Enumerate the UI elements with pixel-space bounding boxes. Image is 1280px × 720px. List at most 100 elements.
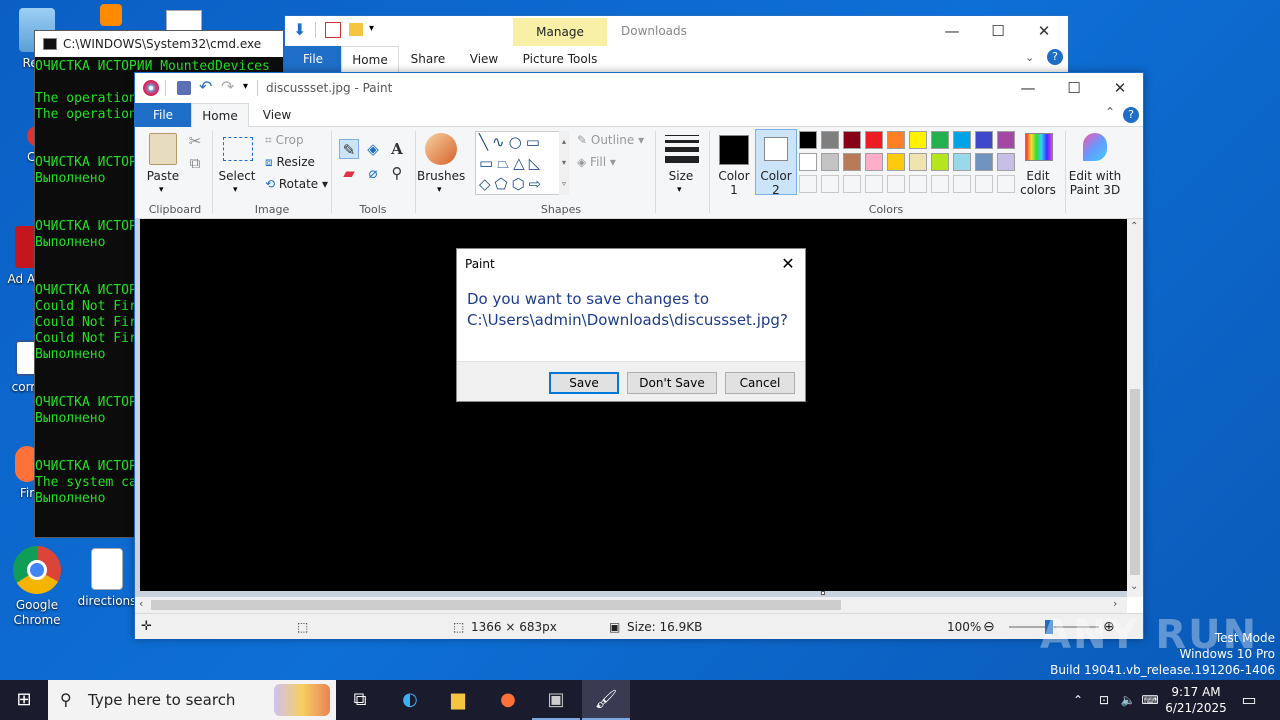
color1-button[interactable]: Color 1: [713, 169, 755, 197]
paste-button[interactable]: Paste: [143, 169, 183, 183]
palette-custom-swatch[interactable]: [997, 175, 1015, 193]
save-changes-dialog[interactable]: Paint ✕ Do you want to save changes to C…: [456, 248, 806, 402]
edit-with-paint3d-button[interactable]: Edit with Paint 3D: [1067, 169, 1123, 197]
palette-custom-swatch[interactable]: [931, 175, 949, 193]
palette-swatch[interactable]: [843, 131, 861, 149]
file-explorer-icon[interactable]: ▆: [434, 680, 482, 720]
help-icon[interactable]: ?: [1047, 49, 1063, 65]
size-button[interactable]: Size: [661, 169, 701, 183]
palette-swatch[interactable]: [931, 131, 949, 149]
help-icon[interactable]: ?: [1123, 107, 1139, 123]
close-icon[interactable]: ✕: [773, 249, 803, 279]
color2-swatch[interactable]: [764, 137, 788, 161]
edit-colors-button[interactable]: Edit colors: [1015, 169, 1061, 197]
palette-custom-swatch[interactable]: [887, 175, 905, 193]
desktop-icon-directions[interactable]: directions: [72, 548, 142, 608]
scroll-left-icon[interactable]: ‹: [139, 597, 143, 610]
palette-swatch[interactable]: [821, 131, 839, 149]
chevron-down-icon[interactable]: ⌄: [1025, 51, 1034, 64]
vertical-scroll-thumb[interactable]: [1130, 389, 1140, 575]
tab-file[interactable]: File: [135, 103, 191, 127]
cut-icon[interactable]: ✂: [185, 131, 205, 151]
palette-swatch[interactable]: [953, 131, 971, 149]
properties-icon[interactable]: [325, 22, 341, 38]
manage-context-tab[interactable]: Manage: [513, 18, 607, 46]
folder-icon[interactable]: [349, 23, 363, 36]
chevron-down-icon[interactable]: ▾: [677, 185, 682, 195]
palette-swatch[interactable]: [931, 153, 949, 171]
minimize-icon[interactable]: —: [1005, 73, 1051, 103]
chevron-down-icon[interactable]: ▾: [369, 23, 374, 34]
tab-view[interactable]: View: [459, 46, 509, 72]
paint-taskbar-icon[interactable]: 🖌: [582, 680, 630, 720]
rotate-button[interactable]: ⟲ Rotate ▾: [265, 175, 328, 193]
palette-swatch[interactable]: [887, 153, 905, 171]
save-icon[interactable]: [177, 81, 191, 95]
desktop-icon-chrome[interactable]: Google Chrome: [2, 546, 72, 628]
vlc-icon[interactable]: [100, 4, 122, 26]
download-arrow-icon[interactable]: ⬇: [293, 22, 309, 38]
network-icon[interactable]: ⊡: [1094, 680, 1114, 720]
tab-view[interactable]: View: [253, 103, 301, 127]
explorer-window[interactable]: ⬇ ▾ Manage Downloads — ☐ ✕ File Home Sha…: [284, 15, 1069, 75]
magnifier-icon[interactable]: ⚲: [387, 163, 407, 183]
palette-custom-swatch[interactable]: [799, 175, 817, 193]
tab-picture-tools[interactable]: Picture Tools: [513, 46, 607, 72]
copy-icon[interactable]: ⧉: [185, 153, 205, 173]
edge-icon[interactable]: ◐: [386, 680, 434, 720]
zoom-out-icon[interactable]: ⊖: [983, 614, 995, 640]
line-shape-icon[interactable]: ╲∿○▭: [479, 133, 544, 151]
color2-button[interactable]: Color 2: [755, 169, 797, 197]
close-icon[interactable]: ✕: [1021, 16, 1067, 46]
palette-swatch[interactable]: [821, 153, 839, 171]
vertical-scrollbar[interactable]: ⌃ ⌄: [1127, 219, 1143, 597]
explorer-titlebar[interactable]: ⬇ ▾ Manage Downloads — ☐ ✕: [285, 16, 1070, 46]
firefox-icon[interactable]: ●: [484, 680, 532, 720]
notifications-icon[interactable]: ▭: [1234, 680, 1264, 720]
palette-swatch[interactable]: [843, 153, 861, 171]
tab-home[interactable]: Home: [341, 46, 399, 72]
brushes-button[interactable]: Brushes: [417, 169, 465, 183]
palette-custom-swatch[interactable]: [909, 175, 927, 193]
palette-custom-swatch[interactable]: [821, 175, 839, 193]
tab-file[interactable]: File: [285, 46, 341, 72]
chevron-up-icon[interactable]: ⌃: [1105, 105, 1115, 119]
pencil-icon[interactable]: ✎: [339, 139, 359, 159]
undo-icon[interactable]: ↶: [199, 77, 212, 96]
palette-swatch[interactable]: [975, 131, 993, 149]
scroll-up-icon[interactable]: ⌃: [1130, 221, 1138, 232]
eraser-icon[interactable]: ▰: [339, 163, 359, 183]
shapes-scroll[interactable]: ▴ ▾ ▿: [559, 131, 569, 195]
palette-swatch[interactable]: [953, 153, 971, 171]
palette-custom-swatch[interactable]: [953, 175, 971, 193]
keyboard-icon[interactable]: ⌨: [1140, 680, 1160, 720]
maximize-icon[interactable]: ☐: [1051, 73, 1097, 103]
chevron-up-icon[interactable]: ⌃: [1068, 680, 1088, 720]
minimize-icon[interactable]: —: [929, 16, 975, 46]
maximize-icon[interactable]: ☐: [975, 16, 1021, 46]
fill-button[interactable]: ◈ Fill ▾: [577, 153, 616, 171]
palette-custom-swatch[interactable]: [843, 175, 861, 193]
tab-share[interactable]: Share: [403, 46, 453, 72]
taskbar-search[interactable]: ⚲ Type here to search: [48, 680, 336, 720]
palette-swatch[interactable]: [909, 131, 927, 149]
palette-swatch[interactable]: [997, 153, 1015, 171]
fill-bucket-icon[interactable]: ◈: [363, 139, 383, 159]
color-palette[interactable]: [799, 127, 1019, 197]
tab-home[interactable]: Home: [191, 103, 249, 127]
dont-save-button[interactable]: Don't Save: [627, 372, 717, 394]
paint3d-icon[interactable]: [1083, 133, 1107, 161]
cmd-titlebar[interactable]: C:\WINDOWS\System32\cmd.exe: [35, 31, 283, 57]
color-picker-icon[interactable]: ⌀: [363, 163, 383, 183]
shapes-gallery[interactable]: ╲∿○▭ ▭⏢△◺ ◇⬠⬡⇨: [475, 131, 567, 195]
palette-custom-swatch[interactable]: [865, 175, 883, 193]
redo-icon[interactable]: ↷: [221, 77, 234, 96]
save-button[interactable]: Save: [549, 372, 619, 394]
polygon-shape-icon[interactable]: ▭⏢△◺: [479, 154, 544, 172]
brushes-icon[interactable]: [425, 133, 457, 165]
color1-swatch[interactable]: [719, 135, 749, 165]
select-button[interactable]: Select: [217, 169, 257, 183]
paste-icon[interactable]: [149, 133, 177, 165]
paint-titlebar[interactable]: ↶ ↷ ▾ discussset.jpg - Paint — ☐ ✕: [135, 73, 1143, 103]
diamond-shape-icon[interactable]: ◇⬠⬡⇨: [479, 175, 545, 193]
